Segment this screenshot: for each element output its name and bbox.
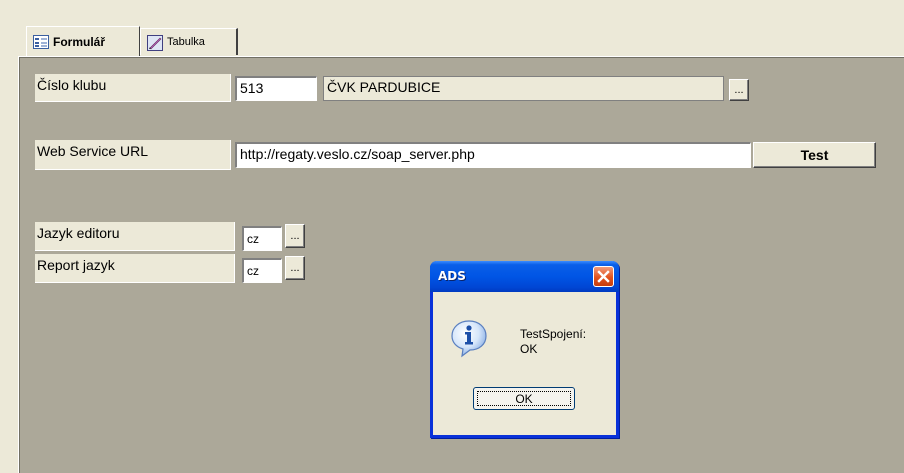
web-service-url-field[interactable]: http://regaty.veslo.cz/soap_server.php <box>235 142 751 168</box>
editor-language-browse-button[interactable]: ... <box>285 224 305 248</box>
information-icon <box>449 318 489 358</box>
report-language-browse-button[interactable]: ... <box>285 256 305 280</box>
tab-tabulka[interactable]: Tabulka <box>140 28 238 55</box>
report-language-label: Report jazyk <box>35 254 235 283</box>
close-icon <box>597 270 610 283</box>
club-number-label: Číslo klubu <box>35 74 231 102</box>
tab-tabulka-label: Tabulka <box>167 36 205 48</box>
dialog-titlebar[interactable]: ADS <box>430 261 619 292</box>
dialog-title: ADS <box>438 269 466 283</box>
form-icon <box>33 34 49 49</box>
report-language-field[interactable]: cz <box>242 258 282 283</box>
club-browse-button[interactable]: ... <box>729 79 749 101</box>
ok-button[interactable]: OK <box>473 387 575 410</box>
dialog-message-line2: OK <box>520 342 538 356</box>
club-number-field[interactable]: 513 <box>235 76 317 101</box>
close-button[interactable] <box>593 266 614 287</box>
editor-language-label: Jazyk editoru <box>35 222 235 251</box>
test-button[interactable]: Test <box>753 142 876 168</box>
dialog-message-line1: TestSpojení: <box>520 327 587 341</box>
editor-language-field[interactable]: cz <box>242 226 282 251</box>
table-icon <box>147 35 163 51</box>
web-service-url-label: Web Service URL <box>35 140 231 170</box>
tab-formular-label: Formulář <box>53 34 106 49</box>
focus-rect <box>477 391 571 406</box>
tab-formular[interactable]: Formulář <box>26 26 140 56</box>
club-name-field: ČVK PARDUBICE <box>323 76 724 101</box>
